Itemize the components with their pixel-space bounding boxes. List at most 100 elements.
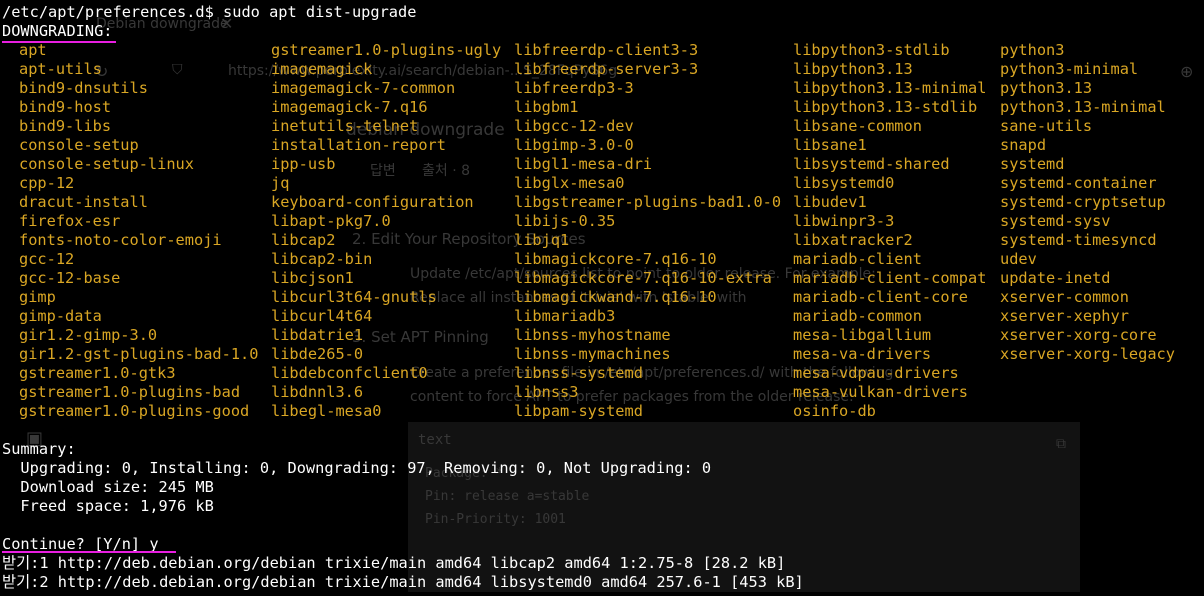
package-item: libdnnl3.6: [271, 383, 364, 401]
ghost-tab-answer: 답변: [370, 163, 396, 179]
package-item: libmagickwand-7.q16-10: [514, 288, 717, 306]
package-item: gstreamer1.0-plugins-good: [19, 402, 250, 420]
package-item: gimp: [19, 288, 56, 306]
package-item: imagemagick-7-common: [271, 79, 456, 97]
package-item: libsane1: [793, 136, 867, 154]
package-item: libmagickcore-7.q16-10: [514, 250, 717, 268]
package-item: xserver-xorg-legacy: [1000, 345, 1175, 363]
package-item: systemd-container: [1000, 174, 1157, 192]
package-item: bind9-host: [19, 98, 112, 116]
package-item: imagemagick-7.q16: [271, 98, 428, 116]
ghost-code-label: text: [418, 432, 452, 448]
package-item: systemd-timesyncd: [1000, 231, 1157, 249]
package-item: libgstreamer-plugins-bad1.0-0: [514, 193, 782, 211]
package-item: gir1.2-gimp-3.0: [19, 326, 158, 344]
package-item: libdebconfclient0: [271, 364, 428, 382]
package-item: xserver-common: [1000, 288, 1129, 306]
package-item: udev: [1000, 250, 1037, 268]
package-item: systemd-cryptsetup: [1000, 193, 1166, 211]
package-item: libpython3.13-minimal: [793, 79, 987, 97]
summary-header: Summary:: [2, 440, 76, 458]
ghost-code-line-3: Pin-Priority: 1001: [425, 512, 566, 527]
package-item: libegl-mesa0: [271, 402, 382, 420]
download-size: Download size: 245 MB: [2, 478, 214, 496]
package-item: libgl1-mesa-dri: [514, 155, 653, 173]
package-item: mariadb-client-compat: [793, 269, 987, 287]
package-item: mariadb-client-core: [793, 288, 968, 306]
package-item: libmariadb3: [514, 307, 616, 325]
package-item: libcap2-bin: [271, 250, 373, 268]
package-item: libudev1: [793, 193, 867, 211]
package-item: gstreamer1.0-gtk3: [19, 364, 176, 382]
ghost-tab-sources: 출처 · 8: [422, 163, 471, 179]
package-item: libnss-myhostname: [514, 326, 671, 344]
package-item: gir1.2-gst-plugins-bad-1.0: [19, 345, 259, 363]
package-item: libdatrie1: [271, 326, 364, 344]
package-item: libmagickcore-7.q16-10-extra: [514, 269, 772, 287]
package-item: libgbm1: [514, 98, 579, 116]
package-item: python3.13: [1000, 79, 1093, 97]
package-item: python3.13-minimal: [1000, 98, 1166, 116]
package-item: libijs-0.35: [514, 212, 616, 230]
ghost-shield-icon: ⛉: [172, 62, 183, 78]
package-item: gimp-data: [19, 307, 102, 325]
package-item: libfreerdp-server3-3: [514, 60, 699, 78]
package-item: libpam-systemd: [514, 402, 643, 420]
ghost-step3: 3. Set APT Pinning: [352, 328, 489, 346]
package-item: gcc-12: [19, 250, 75, 268]
freed-space: Freed space: 1,976 kB: [2, 497, 214, 515]
package-item: libpython3.13: [793, 60, 913, 78]
continue-underline: [2, 551, 176, 553]
ghost-extension-icon: ⊕: [1180, 62, 1194, 81]
package-item: gstreamer1.0-plugins-ugly: [271, 41, 502, 59]
package-item: libsystemd-shared: [793, 155, 950, 173]
package-item: update-inetd: [1000, 269, 1111, 287]
package-item: snapd: [1000, 136, 1047, 154]
package-item: mariadb-client: [793, 250, 922, 268]
package-item: ipp-usb: [271, 155, 336, 173]
package-item: libnss-mymachines: [514, 345, 671, 363]
package-item: firefox-esr: [19, 212, 121, 230]
package-item: libjq1: [514, 231, 570, 249]
package-item: python3-minimal: [1000, 60, 1139, 78]
package-item: libapt-pkg7.0: [271, 212, 391, 230]
package-item: jq: [271, 174, 290, 192]
package-item: installation-report: [271, 136, 446, 154]
package-item: cpp-12: [19, 174, 75, 192]
package-item: libgimp-3.0-0: [514, 136, 634, 154]
downgrading-header: DOWNGRADING:: [2, 22, 113, 40]
package-item: libglx-mesa0: [514, 174, 625, 192]
fetch-line: 받기:1 http://deb.debian.org/debian trixie…: [2, 554, 786, 572]
package-item: bind9-dnsutils: [19, 79, 148, 97]
package-item: libcurl3t64-gnutls: [271, 288, 437, 306]
package-item: mesa-libgallium: [793, 326, 932, 344]
package-item: gstreamer1.0-plugins-bad: [19, 383, 241, 401]
package-item: libnss-systemd: [514, 364, 643, 382]
package-item: systemd: [1000, 155, 1065, 173]
package-item: libsystemd0: [793, 174, 895, 192]
package-item: libfreerdp3-3: [514, 79, 634, 97]
package-item: sane-utils: [1000, 117, 1093, 135]
package-item: fonts-noto-color-emoji: [19, 231, 222, 249]
package-item: libcurl4t64: [271, 307, 373, 325]
command-line: /etc/apt/preferences.d$ sudo apt dist-up…: [2, 3, 417, 21]
package-item: systemd-sysv: [1000, 212, 1111, 230]
package-item: libxatracker2: [793, 231, 913, 249]
package-item: libgcc-12-dev: [514, 117, 634, 135]
package-item: xserver-xorg-core: [1000, 326, 1157, 344]
package-item: keyboard-configuration: [271, 193, 474, 211]
package-item: inetutils-telnet: [271, 117, 419, 135]
package-item: console-setup: [19, 136, 139, 154]
fetch-line: 받기:2 http://deb.debian.org/debian trixie…: [2, 573, 804, 591]
package-item: python3: [1000, 41, 1065, 59]
package-item: libpython3-stdlib: [793, 41, 950, 59]
package-item: libnss3: [514, 383, 579, 401]
package-item: apt-utils: [19, 60, 102, 78]
package-item: mesa-vdpau-drivers: [793, 364, 959, 382]
package-item: gcc-12-base: [19, 269, 121, 287]
package-item: bind9-libs: [19, 117, 112, 135]
package-item: libwinpr3-3: [793, 212, 895, 230]
package-item: libfreerdp-client3-3: [514, 41, 699, 59]
package-item: imagemagick: [271, 60, 373, 78]
package-item: apt: [19, 41, 47, 59]
